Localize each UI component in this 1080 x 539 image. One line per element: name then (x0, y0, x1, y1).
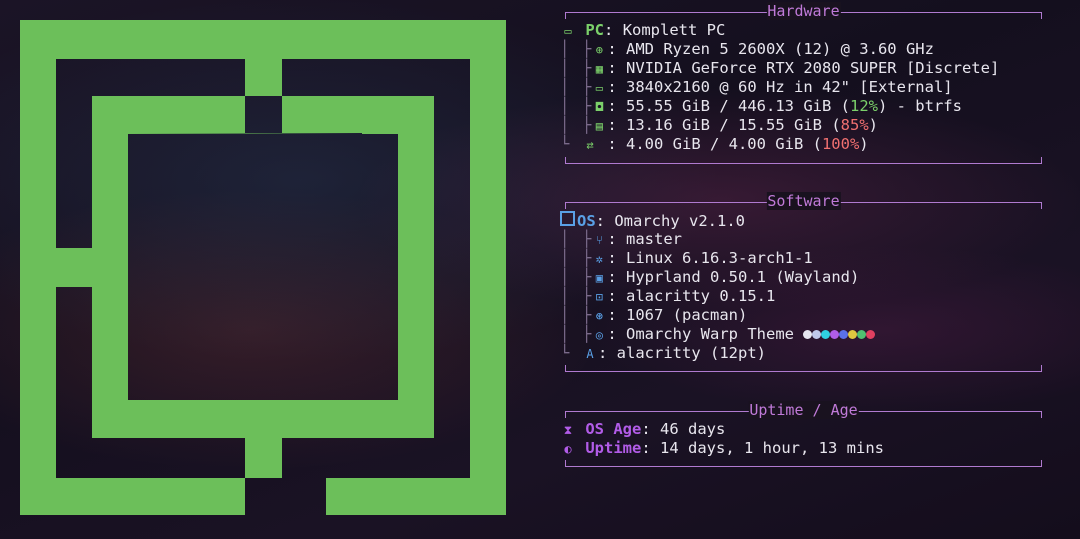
memory-icon: ▤ (595, 119, 603, 133)
hw-pc-row: ▭ PC: Komplett PC (560, 21, 725, 40)
uptime-key: Uptime (585, 439, 642, 457)
cpu-icon: ⊕ (595, 43, 603, 57)
terminal-value: alacritty 0.15.1 (626, 287, 776, 305)
theme-color-dots (803, 325, 876, 343)
section-title-text: Uptime / Age (748, 401, 859, 419)
display-value: 3840x2160 @ 60 Hz in 42" [External] (626, 78, 953, 96)
wm-value: Hyprland 0.50.1 (Wayland) (626, 268, 860, 286)
sw-packages-row: │ ├ ⊛: 1067 (pacman) (560, 306, 748, 324)
hw-mem-row: │ ├ ▤: 13.16 GiB / 15.55 GiB (85%) (560, 116, 878, 134)
hw-disk-row: │ ├ ◘: 55.55 GiB / 446.13 GiB (12%) - btrf… (560, 97, 962, 115)
hw-cpu-row: │ ├ ⊕: AMD Ryzen 5 2600X (12) @ 3.60 GHz (560, 40, 934, 58)
os-age-value: 46 days (660, 420, 726, 438)
swap-pct: 100% (821, 135, 860, 153)
swap-tail: ) (859, 135, 869, 153)
uptime-value: 14 days, 1 hour, 13 mins (660, 439, 884, 457)
disk-used: 55.55 GiB / 446.13 GiB ( (626, 97, 850, 115)
terminal-icon: ⊡ (595, 290, 603, 304)
omarchy-logo (20, 20, 506, 515)
packages-value: 1067 (pacman) (626, 306, 748, 324)
hw-gpu-row: │ ├ ▦: NVIDIA GeForce RTX 2080 SUPER [Disc… (560, 59, 1000, 77)
pc-value: Komplett PC (622, 21, 726, 39)
swap-used: : 4.00 GiB / 4.00 GiB ( (598, 135, 822, 153)
os-value: Omarchy v2.1.0 (614, 212, 745, 230)
sw-kernel-row: │ ├ ✲: Linux 6.16.3-arch1-1 (560, 249, 813, 267)
logo-inner (282, 59, 470, 96)
hourglass-icon: ⧗ (563, 423, 573, 437)
mem-tail: ) (868, 116, 878, 134)
disk-icon: ◘ (595, 100, 603, 114)
disk-pct: 12% (849, 97, 878, 115)
git-branch-icon: ⑂ (595, 233, 603, 247)
os-icon (560, 211, 575, 226)
theme-color-dot (848, 330, 858, 339)
gpu-icon: ▦ (595, 62, 603, 76)
software-title: Software (765, 192, 841, 210)
sw-os-row: OS: Omarchy v2.1.0 (560, 211, 745, 230)
cpu-value: AMD Ryzen 5 2600X (12) @ 3.60 GHz (626, 40, 934, 58)
clock-icon: ◐ (564, 442, 572, 456)
branch-value: master (626, 230, 683, 248)
theme-color-dot (821, 330, 831, 339)
uptime-title: Uptime / Age (747, 401, 859, 419)
swap-icon: ⇄ (586, 138, 594, 152)
sw-theme-row: │ ├ ◎: Omarchy Warp Theme (560, 325, 876, 344)
uptime-row: ◐ Uptime: 14 days, 1 hour, 13 mins (560, 439, 884, 458)
theme-color-dot (857, 330, 867, 339)
kernel-value: Linux 6.16.3-arch1-1 (626, 249, 813, 267)
mem-pct: 85% (840, 116, 869, 134)
hw-display-row: │ ├ ▭: 3840x2160 @ 60 Hz in 42" [External] (560, 78, 953, 96)
monitor-icon: ▭ (595, 81, 603, 95)
theme-color-dot (866, 330, 876, 339)
os-key: OS (577, 212, 596, 230)
disk-tail: ) - btrfs (877, 97, 962, 115)
section-title-text: Software (766, 192, 841, 210)
pc-key: PC (585, 21, 605, 39)
package-icon: ⊛ (595, 309, 603, 323)
theme-color-dot (803, 330, 813, 339)
window-icon: ▣ (595, 271, 603, 285)
font-icon: A (586, 347, 594, 361)
section-title-text: Hardware (766, 2, 841, 20)
gear-icon: ✲ (595, 252, 603, 266)
os-age-key: OS Age (585, 420, 642, 438)
sw-wm-row: │ ├ ▣: Hyprland 0.50.1 (Wayland) (560, 268, 860, 286)
theme-color-dot (830, 330, 840, 339)
mem-used: 13.16 GiB / 15.55 GiB ( (626, 116, 841, 134)
hw-swap-row: └ ⇄ : 4.00 GiB / 4.00 GiB (100%) (560, 135, 869, 153)
sw-font-row: └ A: alacritty (12pt) (560, 344, 766, 362)
font-value: alacritty (12pt) (616, 344, 766, 362)
palette-icon: ◎ (595, 328, 603, 342)
theme-color-dot (839, 330, 849, 339)
gpu-value: NVIDIA GeForce RTX 2080 SUPER [Discrete] (626, 59, 1000, 77)
hardware-title: Hardware (765, 2, 841, 20)
theme-value: Omarchy Warp Theme (626, 325, 794, 343)
sw-branch-row: │ ├ ⑂: master (560, 230, 683, 248)
uptime-os-age-row: ⧗ OS Age: 46 days (560, 420, 726, 439)
theme-color-dot (812, 330, 822, 339)
pc-icon: ▭ (564, 24, 572, 38)
sw-terminal-row: │ ├ ⊡: alacritty 0.15.1 (560, 287, 776, 305)
